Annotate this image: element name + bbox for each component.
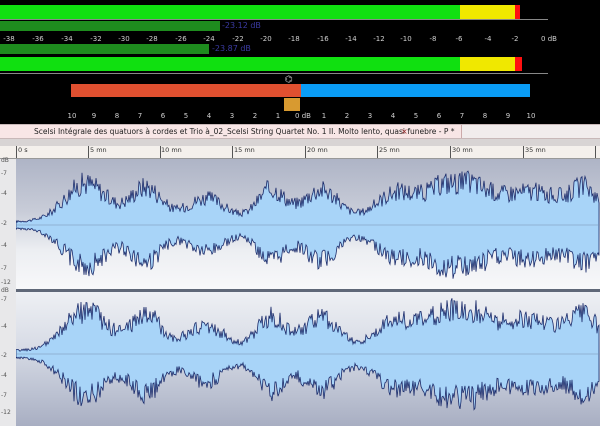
lower-peak-bar: [0, 44, 209, 54]
lower-red-bar: [515, 57, 522, 71]
axis-label: -7: [1, 170, 7, 177]
phase-tick: 6: [160, 112, 166, 120]
phase-tick: 7: [459, 112, 465, 120]
lower-green-bar: [0, 57, 460, 71]
axis-label: -4: [1, 190, 7, 197]
document-tab-bar: Scelsi Intégrale des quatuors à cordes e…: [0, 124, 600, 139]
phase-tick: 9: [91, 112, 97, 120]
axis-label: -4: [1, 372, 7, 379]
axis-label: -7: [1, 265, 7, 272]
amplitude-axis: dB -7 -4 -2 -4 -7 -12 dB -7 -4 -2 -4 -7 …: [0, 157, 16, 426]
db-tick: -34: [61, 35, 73, 43]
phase-tick: 1: [275, 112, 281, 120]
db-tick: -20: [260, 35, 272, 43]
phase-tick: 6: [436, 112, 442, 120]
db-tick: 0 dB: [541, 35, 557, 43]
db-tick: -26: [175, 35, 187, 43]
axis-label: -12: [1, 279, 11, 286]
db-tick: -12: [373, 35, 385, 43]
ruler-label: 20 mn: [307, 146, 328, 154]
axis-label: dB: [1, 287, 9, 294]
db-tick: -10: [400, 35, 412, 43]
level-meter-panel: -23.12 dB -38 -36 -34 -32 -30 -28 -26 -2…: [0, 0, 600, 122]
phase-tick: 3: [229, 112, 235, 120]
axis-label: -7: [1, 296, 7, 303]
db-tick: -16: [317, 35, 329, 43]
upper-meter-divider: [0, 19, 548, 20]
close-tab-icon[interactable]: ×: [401, 125, 408, 138]
phase-scale: 10 9 8 7 6 5 4 3 2 1 0 dB 1 2 3 4 5 6 7 …: [0, 112, 600, 122]
lower-meter-divider: [0, 73, 548, 74]
waveform-lower: [16, 298, 600, 411]
phase-tick: 1: [321, 112, 327, 120]
db-tick: -28: [146, 35, 158, 43]
phase-tick: 5: [413, 112, 419, 120]
ruler-label: 5 mn: [90, 146, 107, 154]
phase-tick: 4: [206, 112, 212, 120]
phase-left-bar: [71, 84, 301, 97]
db-tick: -24: [203, 35, 215, 43]
document-tab[interactable]: Scelsi Intégrale des quatuors à cordes e…: [0, 125, 462, 138]
upper-peak-value: -23.12 dB: [222, 21, 261, 30]
phase-tick: 8: [114, 112, 120, 120]
db-tick: -30: [118, 35, 130, 43]
db-tick: -14: [345, 35, 357, 43]
axis-label: -4: [1, 242, 7, 249]
phase-tick: 7: [137, 112, 143, 120]
axis-label: -4: [1, 323, 7, 330]
axis-label: -12: [1, 409, 11, 416]
ruler-label: 0 s: [18, 146, 28, 154]
ruler-label: 30 mn: [452, 146, 473, 154]
document-tab-title: Scelsi Intégrale des quatuors à cordes e…: [34, 127, 455, 136]
ruler-label: 25 mn: [379, 146, 400, 154]
phase-tick: 10: [67, 112, 77, 120]
phase-tick: 8: [482, 112, 488, 120]
db-tick: -2: [511, 35, 519, 43]
db-tick: -38: [3, 35, 15, 43]
ruler-label: 15 mn: [234, 146, 255, 154]
tab-gap: [0, 139, 600, 146]
time-ruler[interactable]: 0 s 5 mn 10 mn 15 mn 20 mn 25 mn 30 mn 3…: [0, 146, 600, 159]
phase-right-bar: [301, 84, 530, 97]
db-tick: -18: [288, 35, 300, 43]
upper-green-bar: [0, 5, 460, 19]
upper-peak-bar: [0, 21, 220, 31]
ruler-label: 35 mn: [525, 146, 546, 154]
axis-label: -2: [1, 220, 7, 227]
lower-yellow-bar: [460, 57, 515, 71]
phase-tick: 2: [252, 112, 258, 120]
waveform-upper: [16, 170, 600, 279]
db-tick: -22: [232, 35, 244, 43]
db-tick: -36: [32, 35, 44, 43]
ruler-label: 10 mn: [161, 146, 182, 154]
phase-tick: 5: [183, 112, 189, 120]
db-tick: -6: [455, 35, 463, 43]
upper-yellow-bar: [460, 5, 515, 19]
phase-tick: 3: [367, 112, 373, 120]
db-tick: -8: [429, 35, 437, 43]
waveform-track-upper[interactable]: [16, 159, 600, 289]
db-tick: -32: [90, 35, 102, 43]
phase-tick: 0 dB: [295, 112, 311, 120]
upper-red-bar: [515, 5, 520, 19]
phase-tick: 9: [505, 112, 511, 120]
db-tick: -4: [484, 35, 492, 43]
phase-tick: 4: [390, 112, 396, 120]
axis-label: -7: [1, 392, 7, 399]
axis-label: dB: [1, 157, 9, 164]
phase-tick: 2: [344, 112, 350, 120]
axis-label: -2: [1, 352, 7, 359]
phase-tick: 10: [526, 112, 536, 120]
waveform-track-lower[interactable]: [16, 292, 600, 426]
phase-marker: [284, 98, 300, 111]
lower-peak-value: -23.87 dB: [212, 44, 251, 53]
